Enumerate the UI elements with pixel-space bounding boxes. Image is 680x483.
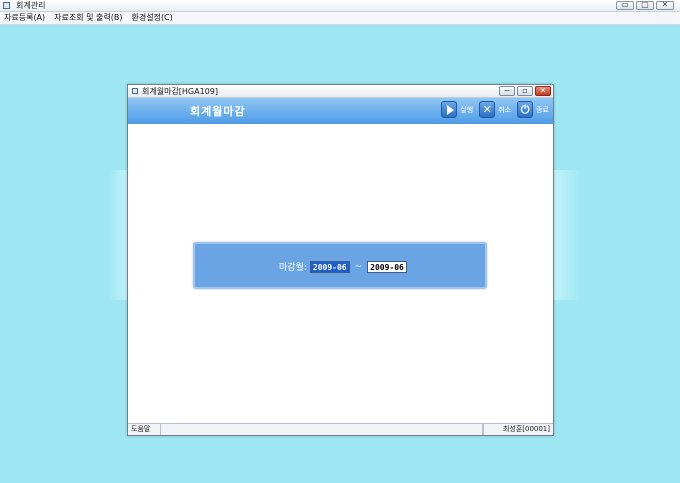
play-icon	[441, 101, 458, 118]
exit-label: 종료	[536, 105, 549, 114]
status-user: 최성훈[00001]	[483, 424, 553, 435]
app-icon	[3, 2, 10, 9]
child-maximize-button[interactable]: ▫	[517, 86, 533, 96]
status-bar: 도움말 최성훈[00001]	[128, 423, 553, 435]
menu-bar: 자료등록(A) 자료조회 및 출력(B) 환경설정(C)	[0, 12, 680, 25]
minimize-icon: −	[503, 86, 511, 95]
power-icon: ⏻	[517, 101, 534, 118]
maximize-icon: ▫	[522, 86, 528, 95]
child-close-button[interactable]: ✕	[535, 86, 551, 96]
minimize-button[interactable]: ▭	[616, 0, 634, 10]
menu-settings[interactable]: 환경설정(C)	[128, 12, 178, 24]
toolbar: 실행 ✕ 취소 ⏻ 종료	[441, 101, 549, 118]
page-title: 회계월마감	[190, 105, 246, 118]
menu-data-entry[interactable]: 자료등록(A)	[0, 12, 50, 24]
cancel-button[interactable]: ✕ 취소	[479, 101, 511, 118]
child-window-controls: − ▫ ✕	[499, 86, 551, 96]
menu-query-print[interactable]: 자료조회 및 출력(B)	[50, 12, 127, 24]
closing-month-label: 마감월:	[279, 263, 307, 273]
child-minimize-button[interactable]: −	[499, 86, 515, 96]
app-titlebar: 회계관리 ▭ ▢ ✕	[0, 0, 680, 12]
status-help: 도움말	[128, 424, 161, 435]
window-icon	[132, 88, 138, 94]
content-area: 마감월: 2009-06 ~ 2009-06	[128, 124, 553, 422]
month-close-window: 회계월마감[HGA109] − ▫ ✕ 회계월마감 실행 ✕ 취소 ⏻ 종료 마…	[127, 84, 554, 436]
maximize-button[interactable]: ▢	[636, 0, 654, 10]
child-window-title: 회계월마감[HGA109]	[142, 87, 218, 96]
to-month-input[interactable]: 2009-06	[367, 260, 407, 273]
closing-month-panel: 마감월: 2009-06 ~ 2009-06	[193, 242, 487, 289]
maximize-icon: ▢	[641, 0, 649, 9]
close-icon: ✕	[539, 86, 547, 95]
run-button[interactable]: 실행	[441, 101, 473, 118]
close-icon: ✕	[661, 0, 669, 9]
app-title: 회계관리	[16, 1, 46, 10]
range-separator: ~	[354, 261, 363, 272]
header-band: 회계월마감 실행 ✕ 취소 ⏻ 종료	[128, 98, 553, 124]
run-label: 실행	[460, 105, 474, 114]
from-month-input[interactable]: 2009-06	[309, 260, 350, 273]
background-glow-right	[552, 170, 582, 300]
minimize-icon: ▭	[621, 0, 629, 9]
exit-button[interactable]: ⏻ 종료	[517, 101, 549, 118]
cancel-x-icon: ✕	[479, 101, 496, 118]
cancel-label: 취소	[498, 105, 512, 114]
close-button[interactable]: ✕	[656, 0, 674, 10]
child-titlebar: 회계월마감[HGA109] − ▫ ✕	[128, 85, 553, 98]
closing-month-row: 마감월: 2009-06 ~ 2009-06	[279, 260, 407, 273]
app-window-controls: ▭ ▢ ✕	[616, 0, 674, 10]
status-message	[161, 424, 483, 435]
